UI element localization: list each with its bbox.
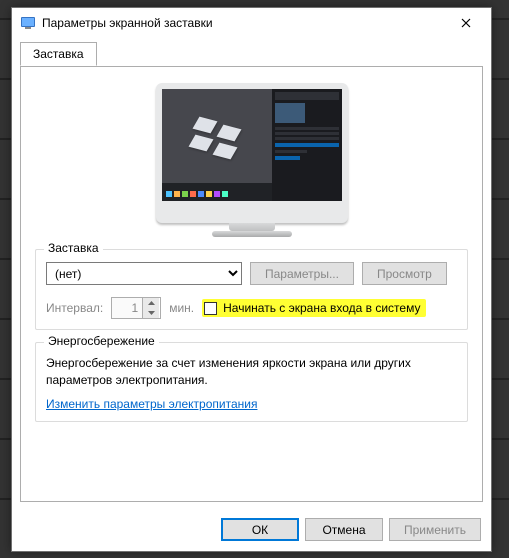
- screensaver-group-label: Заставка: [44, 241, 103, 255]
- power-group-label: Энергосбережение: [44, 334, 159, 348]
- preview-monitor: [156, 83, 348, 237]
- tab-screensaver[interactable]: Заставка: [20, 42, 97, 66]
- close-button[interactable]: [445, 9, 487, 37]
- interval-down[interactable]: [143, 308, 159, 318]
- screensaver-select[interactable]: (нет): [46, 262, 242, 285]
- power-text: Энергосбережение за счет изменения яркос…: [46, 355, 457, 389]
- titlebar: Параметры экранной заставки: [12, 8, 491, 38]
- cancel-button[interactable]: Отмена: [305, 518, 383, 541]
- close-icon: [461, 18, 471, 28]
- screensaver-settings-dialog: Параметры экранной заставки Заставка: [11, 7, 492, 552]
- interval-label: Интервал:: [46, 301, 103, 315]
- resume-checkbox[interactable]: [204, 302, 217, 315]
- window-title: Параметры экранной заставки: [42, 16, 445, 30]
- power-link[interactable]: Изменить параметры электропитания: [46, 397, 257, 411]
- tab-page: Заставка (нет) Параметры... Просмотр Инт…: [20, 67, 483, 502]
- resume-highlight: Начинать с экрана входа в систему: [202, 299, 426, 317]
- tabs: Заставка: [12, 38, 491, 67]
- interval-input[interactable]: [112, 298, 142, 318]
- interval-unit: мин.: [169, 301, 194, 315]
- screensaver-group: Заставка (нет) Параметры... Просмотр Инт…: [35, 249, 468, 330]
- apply-button[interactable]: Применить: [389, 518, 481, 541]
- power-group: Энергосбережение Энергосбережение за сче…: [35, 342, 468, 422]
- preview-button[interactable]: Просмотр: [362, 262, 447, 285]
- window-icon: [20, 15, 36, 31]
- ok-button[interactable]: ОК: [221, 518, 299, 541]
- interval-spinner[interactable]: [111, 297, 161, 319]
- settings-button[interactable]: Параметры...: [250, 262, 354, 285]
- dialog-footer: ОК Отмена Применить: [12, 510, 491, 551]
- interval-up[interactable]: [143, 298, 159, 308]
- preview-area: [35, 83, 468, 237]
- resume-checkbox-label: Начинать с экрана входа в систему: [223, 301, 420, 315]
